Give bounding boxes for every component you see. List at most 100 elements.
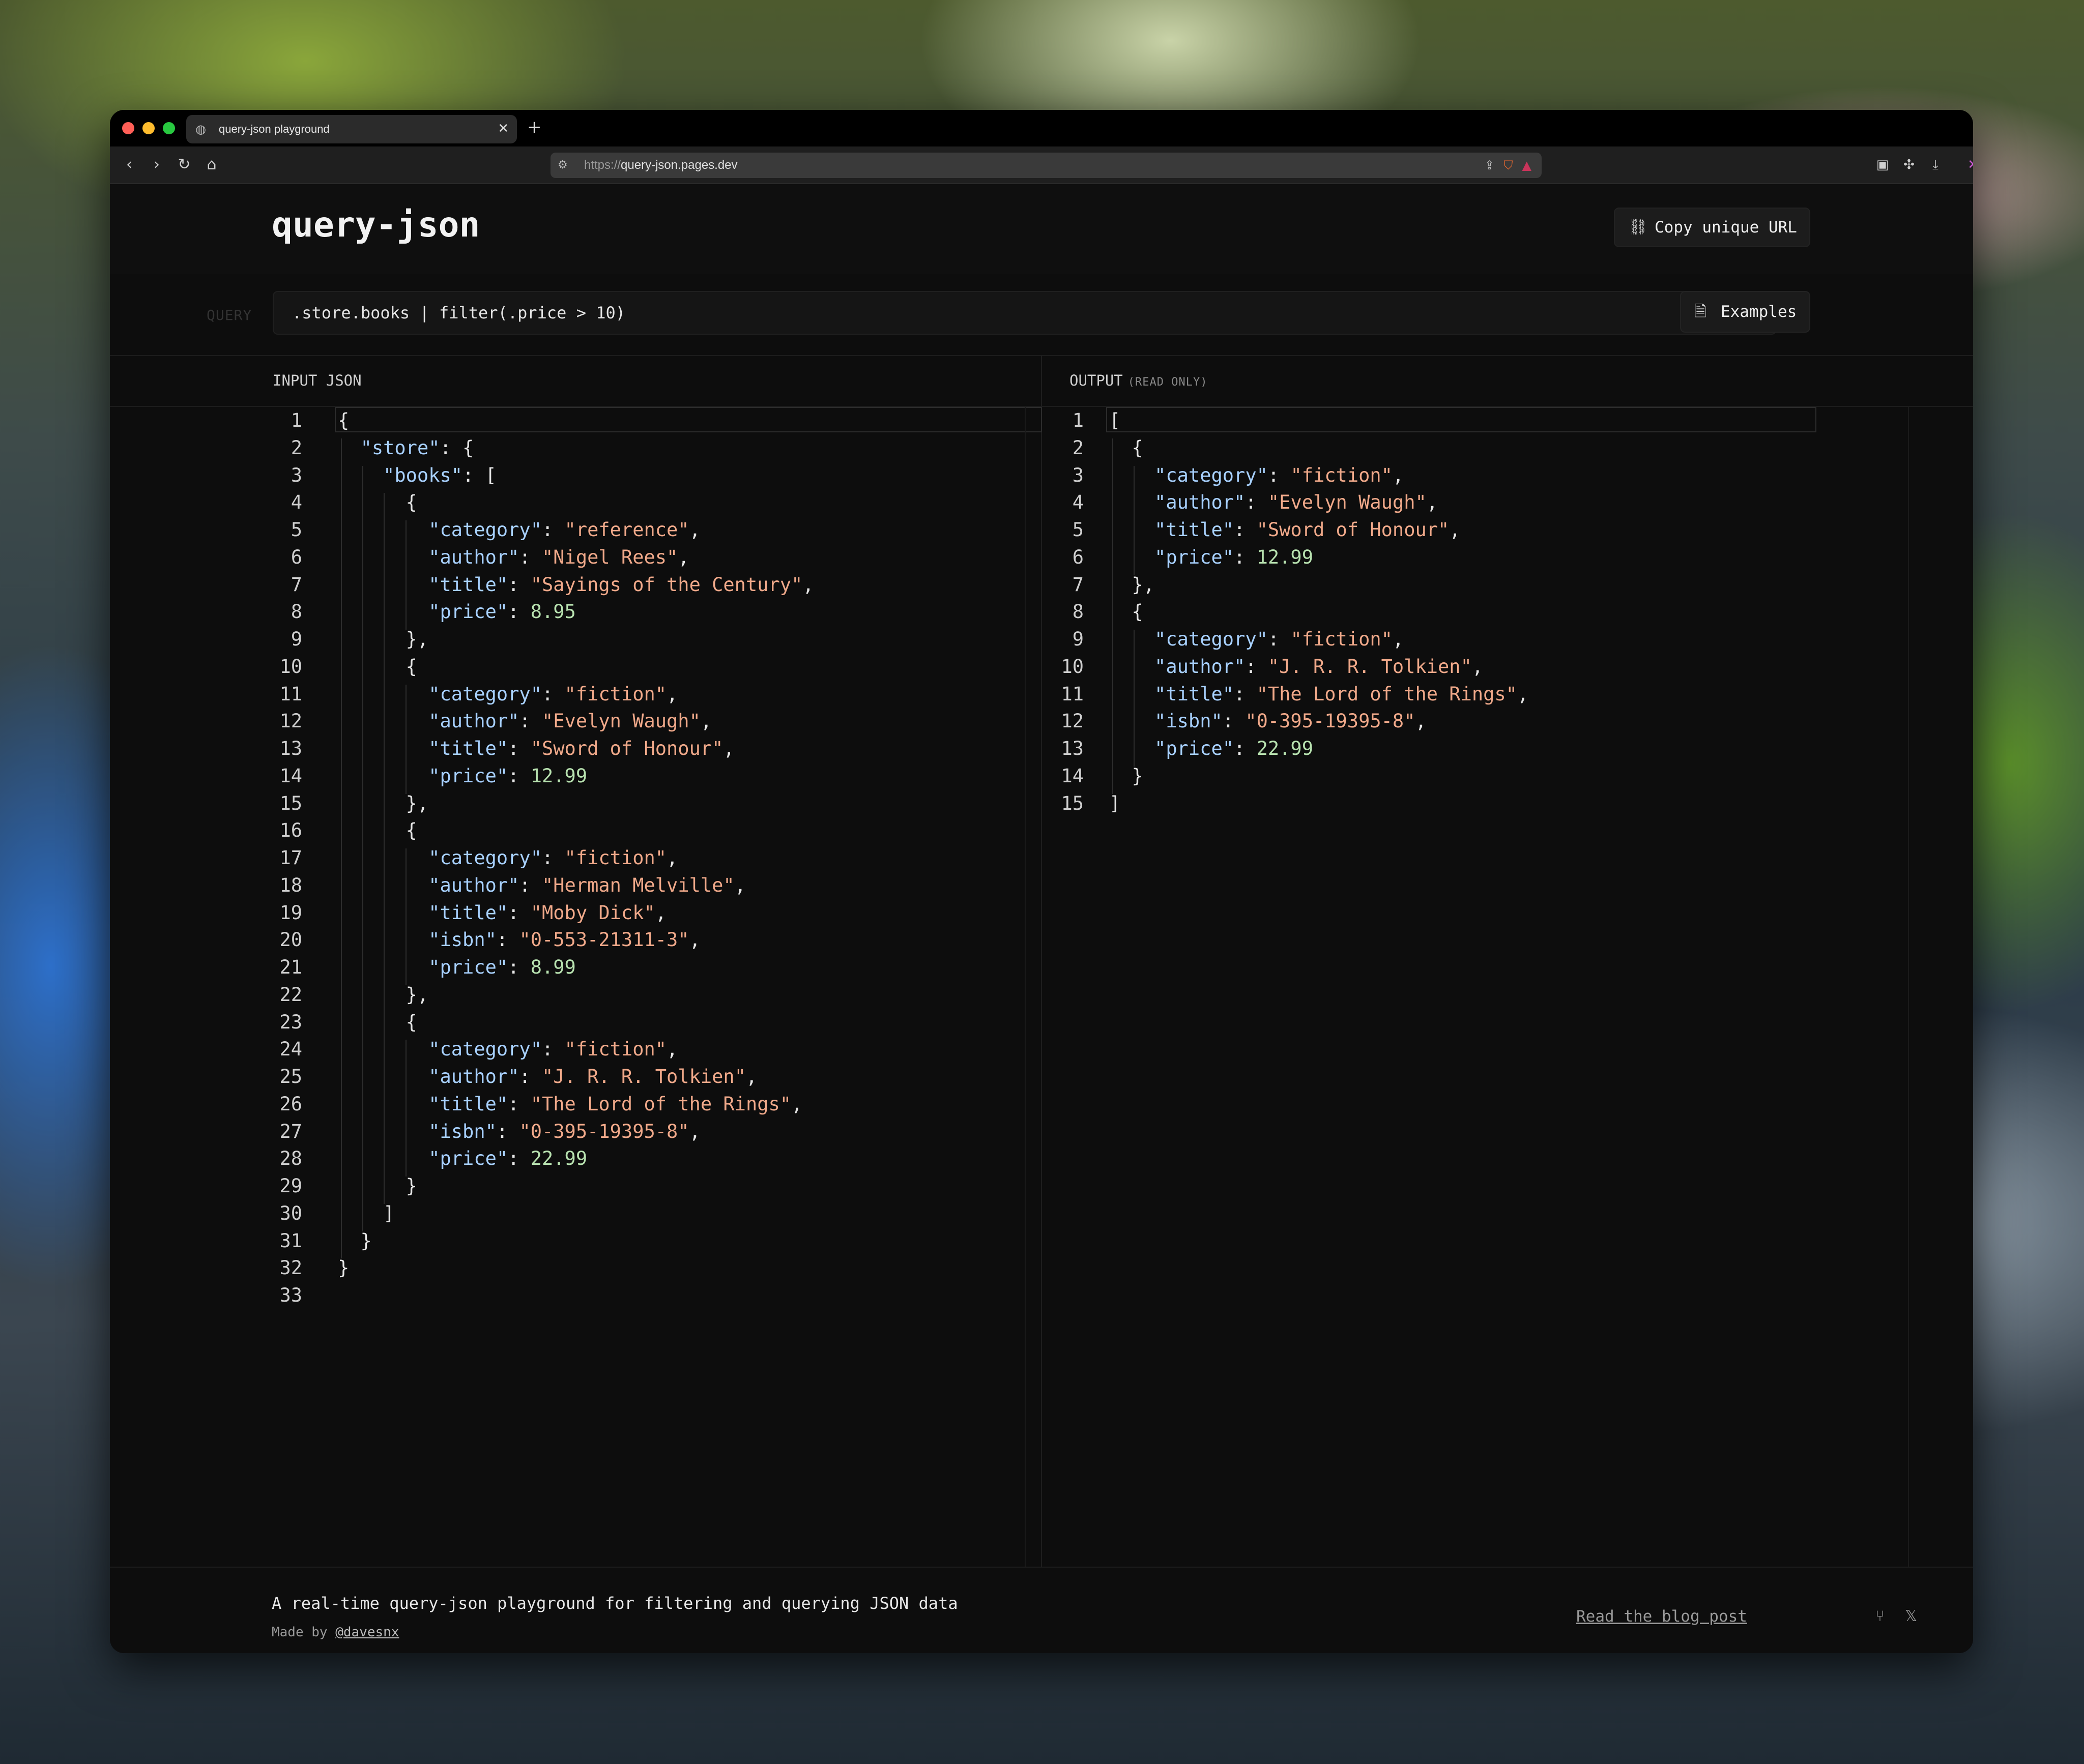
footer-tagline: A real-time query-json playground for fi… bbox=[272, 1594, 958, 1613]
new-tab-button[interactable]: + bbox=[527, 117, 542, 137]
wallet-icon[interactable]: ▣ bbox=[1871, 154, 1894, 176]
site-settings-icon[interactable]: ⚙ bbox=[558, 158, 568, 173]
code-line: 26 "title": "The Lord of the Rings", bbox=[272, 1091, 1040, 1118]
code-text: } bbox=[338, 1257, 350, 1279]
code-line: 12 "author": "Evelyn Waugh", bbox=[272, 708, 1040, 735]
line-number: 23 bbox=[279, 1011, 302, 1033]
code-line: 10 { bbox=[272, 653, 1040, 681]
close-window-button[interactable] bbox=[122, 122, 134, 134]
examples-label: Examples bbox=[1721, 303, 1797, 321]
code-text: }, bbox=[338, 628, 429, 650]
shield-icon[interactable]: ⛉ bbox=[1504, 158, 1513, 172]
line-number: 6 bbox=[1072, 546, 1084, 568]
code-text: "category": "fiction", bbox=[1154, 628, 1404, 650]
line-number: 27 bbox=[279, 1120, 302, 1142]
x-icon[interactable]: 𝕏 bbox=[1905, 1605, 1917, 1628]
code-text: { bbox=[338, 819, 417, 842]
code-text: }, bbox=[338, 983, 429, 1006]
code-line: 9 "category": "fiction", bbox=[1043, 626, 1827, 653]
code-text: ] bbox=[338, 1202, 395, 1224]
line-number: 30 bbox=[279, 1202, 302, 1224]
input-json-editor[interactable]: 1{2 "store": {3 "books": [4 {5 "category… bbox=[272, 407, 1042, 1641]
query-input[interactable]: .store.books | filter(.price > 10) ⌫ bbox=[273, 291, 1777, 335]
code-line: 5 "title": "Sword of Honour", bbox=[1043, 516, 1827, 544]
code-text: "isbn": "0-395-19395-8", bbox=[1154, 710, 1427, 732]
address-bar-actions: ⇪ ⛉ ▲ bbox=[1475, 157, 1531, 174]
code-text: { bbox=[338, 409, 350, 431]
blog-post-link[interactable]: Read the blog post bbox=[1576, 1605, 1747, 1628]
copy-unique-url-button[interactable]: ⛓ Copy unique URL bbox=[1614, 208, 1810, 247]
code-text: "isbn": "0-395-19395-8", bbox=[428, 1120, 701, 1142]
app-header: query-json ⛓ Copy unique URL bbox=[110, 184, 1973, 275]
line-number: 17 bbox=[279, 847, 302, 869]
minimize-window-button[interactable] bbox=[142, 122, 155, 134]
author-link[interactable]: @davesnx bbox=[335, 1625, 399, 1640]
code-text: "price": 12.99 bbox=[428, 765, 588, 787]
address-bar[interactable]: ⚙ https://query-json.pages.dev ⇪ ⛉ ▲ bbox=[551, 153, 1542, 178]
indent-guide bbox=[384, 493, 385, 1204]
examples-button[interactable]: 🗎 Examples bbox=[1680, 291, 1810, 333]
browser-tab[interactable]: ◍ query-json playground ✕ bbox=[186, 115, 517, 143]
code-line: 19 "title": "Moby Dick", bbox=[272, 899, 1040, 927]
footer: A real-time query-json playground for fi… bbox=[110, 1567, 1973, 1653]
back-icon[interactable]: ‹ bbox=[118, 154, 140, 176]
code-line: 6 "author": "Nigel Rees", bbox=[272, 544, 1040, 571]
url-text[interactable]: https://query-json.pages.dev bbox=[584, 158, 738, 173]
code-line: 33 bbox=[272, 1282, 1040, 1309]
input-scrollbar-track[interactable] bbox=[1025, 407, 1026, 1641]
maximize-window-button[interactable] bbox=[163, 122, 175, 134]
code-line: 2 "store": { bbox=[272, 434, 1040, 462]
code-text: }, bbox=[338, 792, 429, 814]
code-line: 10 "author": "J. R. R. Tolkien", bbox=[1043, 653, 1827, 681]
app-content: query-json ⛓ Copy unique URL QUERY .stor… bbox=[110, 184, 1973, 1653]
code-text: { bbox=[338, 491, 417, 514]
line-number: 26 bbox=[279, 1093, 302, 1115]
line-number: 31 bbox=[279, 1229, 302, 1252]
tab-close-icon[interactable]: ✕ bbox=[498, 121, 509, 136]
line-number: 22 bbox=[279, 983, 302, 1006]
rewards-icon[interactable]: ▲ bbox=[1522, 158, 1531, 172]
code-line: 27 "isbn": "0-395-19395-8", bbox=[272, 1118, 1040, 1145]
output-scrollbar-track[interactable] bbox=[1908, 407, 1909, 1641]
code-text: "category": "reference", bbox=[428, 519, 701, 541]
github-icon[interactable]: ⑂ bbox=[1875, 1605, 1885, 1628]
tab-title: query-json playground bbox=[219, 123, 330, 135]
line-number: 6 bbox=[291, 546, 302, 568]
code-line: 25 "author": "J. R. R. Tolkien", bbox=[272, 1063, 1040, 1091]
code-line: 15 }, bbox=[272, 790, 1040, 817]
code-line: 4 "author": "Evelyn Waugh", bbox=[1043, 489, 1827, 516]
code-text: "author": "J. R. R. Tolkien", bbox=[1154, 655, 1484, 678]
code-line: 23 { bbox=[272, 1009, 1040, 1036]
output-json-editor: 1[2 {3 "category": "fiction", 4 "author":… bbox=[1043, 407, 1827, 1641]
indent-guide bbox=[405, 1040, 407, 1177]
file-icon: 🗎 bbox=[1694, 303, 1707, 320]
globe-icon: ◍ bbox=[195, 122, 206, 136]
home-icon[interactable]: ⌂ bbox=[200, 154, 223, 176]
code-text: "price": 22.99 bbox=[1154, 738, 1313, 759]
line-number: 14 bbox=[1061, 765, 1084, 787]
download-icon[interactable]: ⤓ bbox=[1924, 154, 1947, 176]
code-text: } bbox=[1109, 765, 1143, 787]
code-text: "title": "Sword of Honour", bbox=[428, 738, 735, 759]
code-text: "price": 22.99 bbox=[428, 1148, 588, 1170]
code-line: 30 ] bbox=[272, 1200, 1040, 1227]
line-number: 18 bbox=[279, 874, 302, 896]
reload-icon[interactable]: ↻ bbox=[173, 154, 195, 176]
code-text: { bbox=[338, 655, 417, 678]
code-text: "category": "fiction", bbox=[428, 1038, 678, 1061]
code-text: { bbox=[1109, 436, 1143, 459]
pane-divider[interactable] bbox=[1041, 355, 1042, 1642]
line-number: 19 bbox=[279, 901, 302, 924]
leo-icon[interactable]: ✕ bbox=[1962, 154, 1973, 176]
code-line: 7 "title": "Sayings of the Century", bbox=[272, 571, 1040, 599]
query-text[interactable]: .store.books | filter(.price > 10) bbox=[292, 302, 625, 324]
code-line: 21 "price": 8.99 bbox=[272, 954, 1040, 981]
share-icon[interactable]: ⇪ bbox=[1484, 158, 1494, 172]
line-number: 9 bbox=[291, 628, 302, 650]
line-number: 29 bbox=[279, 1175, 302, 1197]
line-number: 7 bbox=[291, 573, 302, 596]
extensions-icon[interactable]: ✣ bbox=[1898, 154, 1920, 176]
footer-credit: Made by @davesnx bbox=[272, 1625, 399, 1640]
forward-icon[interactable]: › bbox=[146, 154, 168, 176]
input-json-heading: INPUT JSON bbox=[273, 372, 362, 389]
